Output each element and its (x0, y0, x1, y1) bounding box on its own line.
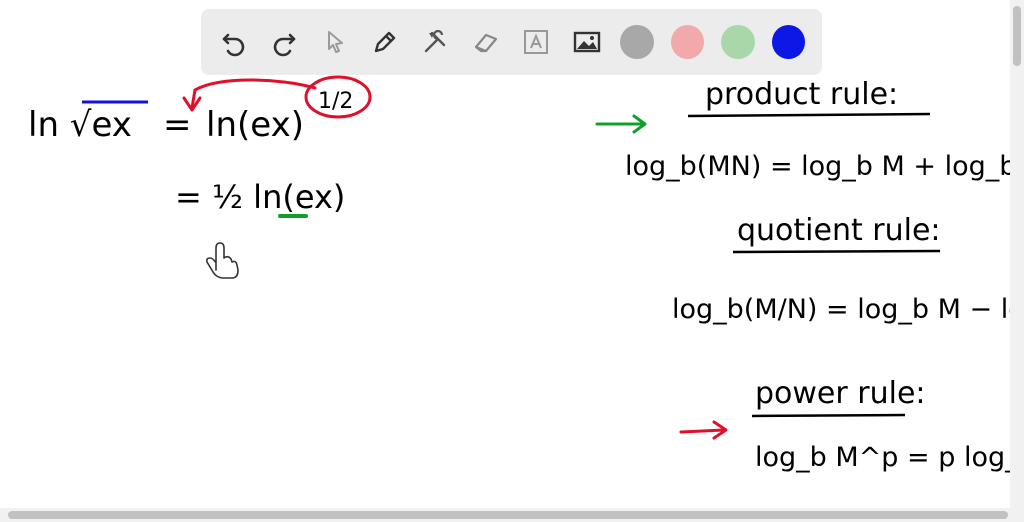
horizontal-scrollbar[interactable] (0, 508, 1024, 522)
exponent-half: 1/2 (318, 89, 353, 114)
vertical-scrollbar[interactable] (1010, 0, 1024, 508)
red-move-arrow (190, 78, 317, 110)
power-rule-title: power rule: (755, 376, 926, 411)
equals-sign: = (163, 105, 192, 145)
quotient-rule-underline (732, 249, 941, 254)
horizontal-scroll-thumb[interactable] (8, 511, 1008, 519)
expression-ln-sqrt-ex: ln √ex (28, 105, 132, 145)
power-rule-underline (751, 413, 906, 418)
expression-ln-ex: ln(ex) (206, 105, 304, 145)
expression-half-ln-ex: = ½ ln(ex) (175, 178, 345, 216)
power-rule-formula: log_b M^p = p log_b M (755, 442, 1010, 473)
quotient-rule-title: quotient rule: (737, 213, 941, 248)
hand-cursor-icon (206, 242, 239, 279)
red-arrow (679, 428, 726, 434)
whiteboard-canvas[interactable]: ln √ex = ln(ex) 1/2 = ½ ln(ex) product r… (0, 0, 1010, 508)
product-rule-underline (687, 112, 931, 118)
vertical-scroll-thumb[interactable] (1013, 6, 1021, 66)
product-rule-title: product rule: (705, 77, 898, 112)
product-rule-formula: log_b(MN) = log_b M + log_b N (625, 151, 1010, 182)
quotient-rule-formula: log_b(M/N) = log_b M − log_b N (672, 294, 1010, 325)
